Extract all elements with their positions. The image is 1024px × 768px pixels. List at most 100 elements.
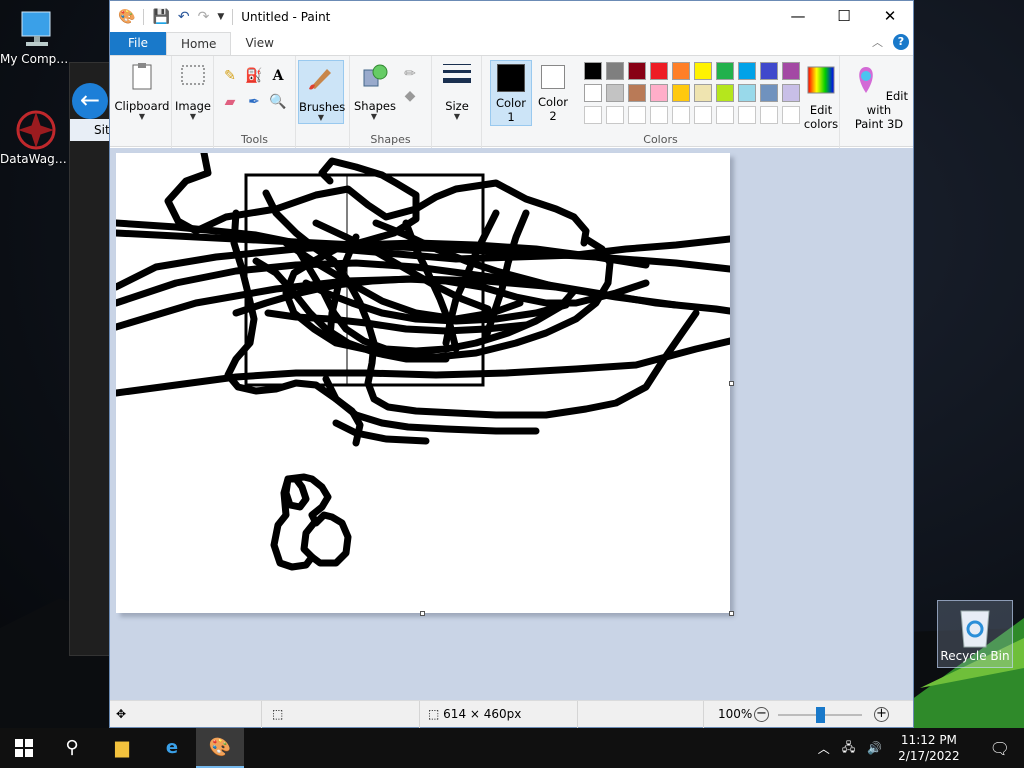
browser-tab[interactable]: Sit [70, 119, 110, 141]
taskbar-internet-explorer[interactable]: e [148, 728, 196, 768]
close-button[interactable]: ✕ [867, 1, 913, 31]
color-swatch[interactable] [584, 62, 602, 80]
custom-color-swatch[interactable] [694, 106, 712, 124]
desktop-icon-datawagon[interactable]: DataWagon... [0, 108, 72, 166]
color-swatch[interactable] [716, 62, 734, 80]
quick-access-toolbar: 🎨 💾 ↶ ↷ ▼ [110, 8, 234, 25]
color-swatch[interactable] [606, 62, 624, 80]
custom-color-swatch[interactable] [650, 106, 668, 124]
image-button[interactable]: Image ▼ [172, 60, 214, 121]
canvas-workspace[interactable] [110, 148, 913, 701]
drawing-canvas[interactable] [116, 153, 730, 613]
canvas-resize-handle[interactable] [729, 381, 734, 386]
color-swatch[interactable] [628, 84, 646, 102]
paint3d-icon [859, 67, 873, 93]
file-size [578, 701, 704, 728]
line-size-icon [443, 64, 471, 83]
color-swatch[interactable] [760, 84, 778, 102]
text-icon[interactable]: A [268, 66, 288, 86]
notifications-icon[interactable]: 🗨 [976, 739, 1024, 758]
select-icon [181, 65, 205, 85]
custom-color-swatch[interactable] [628, 106, 646, 124]
color2-button[interactable]: Color 2 [532, 60, 574, 126]
clipboard-icon [132, 63, 152, 90]
custom-color-swatch[interactable] [606, 106, 624, 124]
tools-group: ✎ ⛽ A ▰ ✒ 🔍 Tools [214, 56, 296, 148]
custom-color-swatch[interactable] [760, 106, 778, 124]
taskbar-paint[interactable]: 🎨 [196, 728, 244, 768]
eraser-icon[interactable]: ▰ [220, 92, 240, 112]
color-swatch[interactable] [584, 84, 602, 102]
color-swatch[interactable] [738, 84, 756, 102]
chevron-down-icon: ▼ [317, 113, 325, 122]
zoom-in-button[interactable]: + [874, 707, 889, 722]
undo-icon[interactable]: ↶ [178, 9, 190, 25]
tab-view[interactable]: View [231, 32, 287, 55]
save-icon[interactable]: 💾 [152, 9, 169, 25]
folder-icon: ▆ [115, 737, 129, 758]
move-cursor-icon: ✥ [116, 707, 127, 721]
color-swatch[interactable] [760, 62, 778, 80]
redo-icon[interactable]: ↷ [198, 9, 210, 25]
size-button[interactable]: Size ▼ [436, 60, 478, 121]
color-swatch[interactable] [716, 84, 734, 102]
color-swatch[interactable] [694, 62, 712, 80]
network-icon[interactable]: 🖧 [836, 738, 861, 759]
canvas-resize-handle[interactable] [729, 611, 734, 616]
back-arrow-icon[interactable]: ← [72, 83, 108, 119]
tab-home[interactable]: Home [166, 32, 232, 55]
volume-icon[interactable]: 🔊 [861, 741, 888, 755]
collapse-ribbon-chevron-icon[interactable]: ︿ [872, 34, 883, 50]
color-swatch[interactable] [628, 62, 646, 80]
brushes-button[interactable]: Brushes ▼ [298, 60, 345, 124]
magnifier-icon[interactable]: 🔍 [268, 92, 288, 112]
pencil-icon[interactable]: ✎ [220, 66, 240, 86]
custom-color-swatch[interactable] [738, 106, 756, 124]
selection-size: ⬚ [262, 701, 420, 728]
desktop-icon-recycle-bin[interactable]: Recycle Bin [937, 600, 1013, 668]
minimize-button[interactable]: — [775, 1, 821, 31]
color1-button[interactable]: Color 1 [490, 60, 532, 126]
desktop-icon-label: My Computer [0, 52, 72, 66]
color-picker-icon[interactable]: ✒ [244, 92, 264, 112]
paint-app-icon[interactable]: 🎨 [118, 9, 135, 25]
color-swatch[interactable] [606, 84, 624, 102]
canvas-resize-handle[interactable] [420, 611, 425, 616]
divider [232, 8, 234, 25]
windows-logo-icon [15, 739, 33, 757]
divider [143, 8, 145, 25]
customize-qat-chevron-icon[interactable]: ▼ [217, 12, 224, 22]
custom-color-swatch[interactable] [584, 106, 602, 124]
brushes-group: Brushes ▼ [296, 56, 350, 148]
edit-colors-button[interactable]: Edit colors [798, 64, 844, 131]
clock-date: 2/17/2022 [898, 749, 960, 763]
shapes-button[interactable]: Shapes ▼ [354, 60, 396, 121]
maximize-button[interactable]: ☐ [821, 1, 867, 31]
window-controls: — ☐ ✕ [775, 1, 913, 31]
help-icon[interactable]: ? [893, 34, 909, 50]
fill-bucket-icon[interactable]: ⛽ [244, 66, 264, 86]
color2-swatch [541, 65, 565, 89]
desktop-icon-my-computer[interactable]: My Computer [0, 8, 72, 66]
clipboard-button[interactable]: Clipboard ▼ [114, 60, 170, 121]
taskbar-file-explorer[interactable]: ▆ [98, 728, 146, 768]
custom-color-swatch[interactable] [716, 106, 734, 124]
color-swatch[interactable] [738, 62, 756, 80]
clock[interactable]: 11:12 PM 2/17/2022 [898, 732, 960, 764]
browser-window-background[interactable]: ← Sit [69, 62, 111, 656]
zoom-out-button[interactable]: − [754, 707, 769, 722]
outline-icon[interactable]: ✏ [400, 64, 420, 84]
chevron-up-icon[interactable]: ︿ [812, 740, 836, 757]
custom-color-swatch[interactable] [672, 106, 690, 124]
tab-file[interactable]: File [110, 32, 166, 55]
color-swatch[interactable] [694, 84, 712, 102]
edit-with-paint3d-button[interactable]: Edit with Paint 3D [844, 64, 914, 131]
color-swatch[interactable] [672, 84, 690, 102]
start-button[interactable] [0, 728, 48, 768]
color-swatch[interactable] [672, 62, 690, 80]
search-button[interactable]: ⚲ [48, 728, 96, 768]
zoom-slider-thumb[interactable] [816, 707, 825, 723]
fill-icon[interactable]: ◆ [400, 86, 420, 106]
color-swatch[interactable] [650, 84, 668, 102]
color-swatch[interactable] [650, 62, 668, 80]
